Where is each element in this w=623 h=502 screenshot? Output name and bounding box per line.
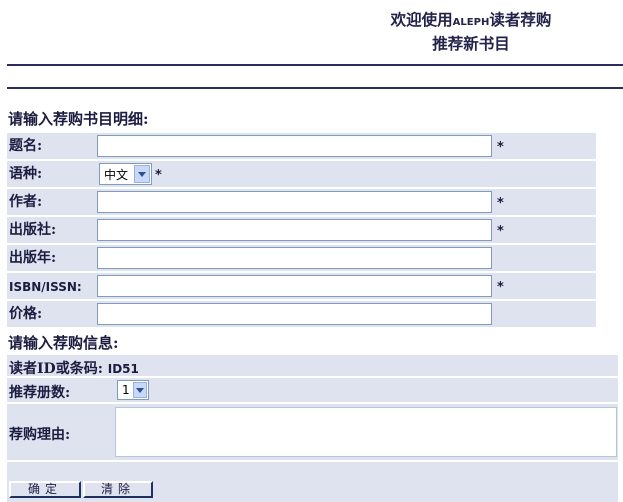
author-label: 作者: bbox=[9, 194, 43, 210]
title-brand: ALEPH bbox=[452, 17, 490, 28]
copies-label: 推荐册数: bbox=[9, 385, 71, 401]
page-header: 欢迎使用ALEPH读者荐购 推荐新书目 bbox=[0, 0, 623, 60]
row-author: 作者: * bbox=[7, 189, 596, 215]
recommend-section-heading: 请输入荐购信息: bbox=[8, 334, 119, 352]
pub-year-label: 出版年: bbox=[9, 250, 57, 266]
publisher-label: 出版社: bbox=[9, 222, 57, 238]
isbn-label: ISBN/ISSN: bbox=[9, 280, 82, 294]
pub-year-input[interactable] bbox=[97, 247, 492, 269]
chevron-down-icon[interactable] bbox=[133, 382, 147, 398]
title-input[interactable] bbox=[97, 135, 492, 157]
row-language: 语种: 中文 * bbox=[7, 161, 596, 187]
language-select[interactable]: 中文 bbox=[99, 163, 152, 185]
book-details-form: 题名: * 语种: 中文 * 作者: * 出版社: * 出版年: ISBN/IS… bbox=[7, 133, 596, 329]
chevron-down-icon[interactable] bbox=[134, 165, 150, 183]
author-required-mark: * bbox=[497, 196, 504, 211]
row-title: 题名: * bbox=[7, 133, 596, 159]
title-prefix: 欢迎使用 bbox=[390, 10, 453, 29]
language-select-value: 中文 bbox=[104, 167, 129, 182]
divider-bottom bbox=[7, 87, 623, 89]
publisher-input[interactable] bbox=[97, 219, 492, 241]
price-input[interactable] bbox=[97, 303, 492, 325]
recommend-info-form: 读者ID或条码: ID51 推荐册数: 1 荐购理由: bbox=[7, 355, 618, 462]
row-reason: 荐购理由: bbox=[7, 404, 618, 460]
row-publisher: 出版社: * bbox=[7, 217, 596, 243]
title-required-mark: * bbox=[497, 140, 504, 155]
page-title: 欢迎使用ALEPH读者荐购 推荐新书目 bbox=[341, 9, 601, 54]
button-bar: 确定 清除 bbox=[7, 462, 618, 502]
copies-select[interactable]: 1 bbox=[117, 380, 149, 400]
divider-top bbox=[7, 64, 623, 66]
publisher-required-mark: * bbox=[497, 224, 504, 239]
reason-textarea[interactable] bbox=[115, 407, 617, 457]
confirm-button[interactable]: 确定 bbox=[9, 481, 81, 498]
copies-select-value: 1 bbox=[122, 383, 130, 397]
row-copies: 推荐册数: 1 bbox=[7, 378, 618, 402]
title-suffix: 读者荐购 bbox=[489, 10, 552, 29]
isbn-required-mark: * bbox=[497, 280, 504, 295]
row-price: 价格: bbox=[7, 301, 596, 327]
reason-label: 荐购理由: bbox=[9, 427, 71, 443]
title-label: 题名: bbox=[9, 138, 43, 154]
language-label: 语种: bbox=[9, 166, 43, 182]
clear-button[interactable]: 清除 bbox=[83, 481, 153, 498]
book-section-heading: 请输入荐购书目明细: bbox=[8, 110, 149, 128]
page-subtitle: 推荐新书目 bbox=[432, 34, 510, 53]
row-reader-id: 读者ID或条码: ID51 bbox=[7, 355, 618, 377]
row-pub-year: 出版年: bbox=[7, 245, 596, 271]
language-required-mark: * bbox=[155, 168, 162, 183]
isbn-input[interactable] bbox=[97, 275, 492, 297]
reader-id-label: 读者ID或条码: ID51 bbox=[9, 361, 139, 377]
author-input[interactable] bbox=[97, 191, 492, 213]
price-label: 价格: bbox=[9, 306, 43, 322]
reader-id-value: ID51 bbox=[107, 362, 139, 376]
row-isbn: ISBN/ISSN: * bbox=[7, 273, 596, 299]
